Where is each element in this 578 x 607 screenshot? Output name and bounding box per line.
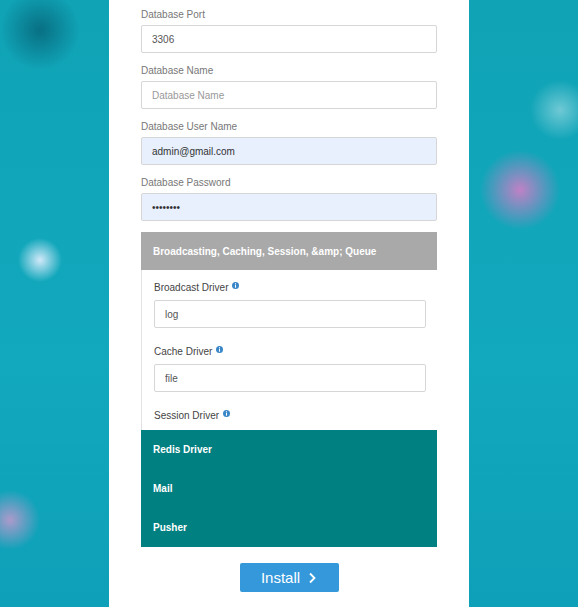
- text-input[interactable]: [154, 300, 426, 328]
- field-label: Cache Driver: [154, 346, 426, 358]
- field-label: Database Password: [141, 177, 437, 189]
- form-field: Database User Name: [141, 121, 437, 165]
- field-label: Database Port: [141, 9, 437, 21]
- field-label: Session Driver: [154, 410, 426, 422]
- field-label: Database Name: [141, 65, 437, 77]
- info-icon[interactable]: [223, 410, 230, 417]
- accordion-body[interactable]: Broadcast Driver Cache Driver Session Driv…: [141, 270, 437, 430]
- section-header[interactable]: Mail: [153, 469, 425, 508]
- text-input[interactable]: [154, 364, 426, 392]
- install-button[interactable]: Install: [240, 563, 339, 592]
- accordion-header[interactable]: Broadcasting, Caching, Session, &amp; Qu…: [141, 232, 437, 270]
- text-input[interactable]: [141, 25, 437, 53]
- section-header[interactable]: Pusher: [153, 508, 425, 547]
- text-input[interactable]: [141, 81, 437, 109]
- text-input[interactable]: [141, 193, 437, 221]
- installer-panel: Database Port Database Name Database User …: [109, 0, 469, 607]
- form-field: Database Password: [141, 177, 437, 221]
- text-input[interactable]: [141, 137, 437, 165]
- section-header[interactable]: Redis Driver: [153, 430, 425, 469]
- form-field: Cache Driver: [154, 346, 426, 392]
- form-field: Session Driver: [154, 410, 426, 428]
- form-field: Database Port: [141, 9, 437, 53]
- form-field: Broadcast Driver: [154, 282, 426, 328]
- accordion: Broadcasting, Caching, Session, &amp; Qu…: [141, 232, 437, 547]
- info-icon[interactable]: [232, 282, 239, 289]
- section-list: Redis DriverMailPusher: [141, 430, 437, 547]
- chevron-right-icon: [308, 572, 317, 584]
- installer-page: Database Port Database Name Database User …: [0, 0, 578, 607]
- field-label: Database User Name: [141, 121, 437, 133]
- button-row: Install: [141, 563, 437, 592]
- field-label: Broadcast Driver: [154, 282, 426, 294]
- info-icon[interactable]: [216, 346, 223, 353]
- form-field: Database Name: [141, 65, 437, 109]
